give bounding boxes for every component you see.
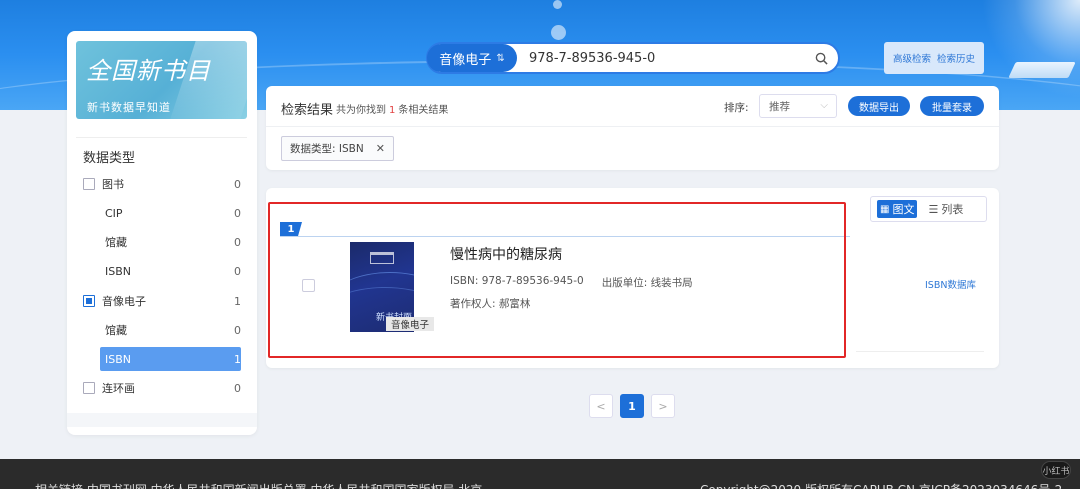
sidebar-item-label: 图书	[102, 178, 124, 191]
search-type-label: 音像电子	[439, 52, 492, 68]
sidebar-item-count: 0	[234, 264, 241, 278]
summary-suffix: 条相关结果	[398, 105, 449, 116]
results-title: 检索结果	[281, 103, 334, 118]
page-button-current[interactable]: 1	[620, 394, 644, 418]
sort-value: 推荐	[769, 100, 790, 113]
source-database-link[interactable]: ISBN数据库	[925, 277, 976, 291]
sidebar-item-count: 1	[234, 294, 241, 308]
sidebar-item-count: 1	[234, 352, 241, 366]
sidebar-item-label: 馆藏	[105, 324, 127, 337]
search-history-link[interactable]: 检索历史	[937, 51, 975, 65]
sidebar-item-label: 连环画	[102, 382, 135, 395]
checkbox[interactable]	[83, 382, 95, 394]
search-input[interactable]	[517, 50, 804, 66]
result-highlight-box	[268, 202, 846, 358]
next-page-button[interactable]: >	[651, 394, 675, 418]
sidebar: 全国新书目 新书数据早知道 数据类型 图书 0 CIP 0 馆藏 0 ISBN …	[67, 31, 257, 435]
view-grid-label: 图文	[892, 203, 915, 216]
sidebar-item-holdings[interactable]: 馆藏 0	[100, 230, 241, 254]
filter-tag-label: 数据类型: ISBN	[290, 143, 364, 155]
sidebar-bottom-strip	[67, 413, 257, 427]
results-list: ▦ 图文 ☰ 列表 1 新书封面 音像电子 慢性病中的糖尿病 ISBN: 978…	[266, 188, 999, 368]
sidebar-item-isbn[interactable]: ISBN 0	[100, 259, 241, 283]
sidebar-item-av-isbn[interactable]: ISBN 1	[100, 347, 241, 371]
sidebar-item-av-holdings[interactable]: 馆藏 0	[100, 318, 241, 342]
search-side-links: 高级检索 检索历史	[884, 42, 984, 74]
search-icon	[815, 52, 828, 65]
sidebar-item-label: 音像电子	[102, 295, 146, 308]
sidebar-item-count: 0	[234, 177, 241, 191]
pagination: < 1 >	[589, 394, 675, 418]
header-divider	[266, 126, 999, 127]
row-divider	[856, 351, 984, 352]
banner-paper	[1008, 62, 1076, 78]
summary-prefix: 共为你找到	[336, 105, 386, 116]
checkbox-checked[interactable]	[83, 295, 95, 307]
sidebar-item-audio-video[interactable]: 音像电子 1	[83, 289, 241, 313]
sort-select[interactable]: 推荐 ⌵	[759, 94, 837, 118]
footer-copyright: Copyright@2020 版权所有CAPUB.CN 京ICP备2023034…	[700, 481, 1062, 489]
prev-page-button[interactable]: <	[589, 394, 613, 418]
logo-card[interactable]: 全国新书目 新书数据早知道	[76, 41, 247, 119]
banner-bubble-small	[553, 0, 562, 9]
export-button[interactable]: 数据导出	[848, 96, 910, 116]
sidebar-item-cip[interactable]: CIP 0	[100, 201, 241, 225]
view-toggle: ▦ 图文 ☰ 列表	[870, 196, 987, 222]
search-type-dropdown[interactable]: 音像电子 ⇅	[427, 44, 517, 72]
banner-bubble	[551, 25, 566, 40]
logo-title: 全国新书目	[86, 57, 211, 85]
sidebar-item-label: ISBN	[105, 352, 132, 366]
sidebar-divider	[76, 137, 247, 138]
sidebar-item-count: 0	[234, 206, 241, 220]
list-icon: ☰	[928, 202, 939, 216]
summary-count: 1	[389, 105, 396, 116]
sidebar-item-label: CIP	[105, 206, 123, 220]
results-header: 检索结果 共为你找到 1 条相关结果 排序: 推荐 ⌵ 数据导出 批量套录 数据类型…	[266, 86, 999, 170]
chevron-down-icon: ⌵	[820, 100, 828, 111]
batch-import-button[interactable]: 批量套录	[920, 96, 984, 116]
grid-icon: ▦	[880, 203, 890, 215]
floating-badge[interactable]: 小红书	[1041, 461, 1071, 479]
footer: 相关链接 中国书刊网 中华人民共和国新闻出版总署 中华人民共和国国家版权局 北京…	[0, 459, 1080, 489]
filter-tag: 数据类型: ISBN ✕	[281, 136, 394, 161]
view-list-button[interactable]: ☰ 列表	[925, 200, 966, 218]
sidebar-item-count: 0	[234, 235, 241, 249]
sidebar-item-label: ISBN	[105, 264, 132, 278]
sidebar-item-count: 0	[234, 381, 241, 395]
sidebar-item-comics[interactable]: 连环画 0	[83, 376, 241, 400]
advanced-search-link[interactable]: 高级检索	[893, 51, 931, 65]
search-button[interactable]	[804, 44, 838, 72]
sidebar-section-title: 数据类型	[83, 151, 136, 166]
sidebar-item-count: 0	[234, 323, 241, 337]
view-list-label: 列表	[941, 203, 964, 216]
logo-subtitle: 新书数据早知道	[87, 101, 171, 114]
view-grid-button[interactable]: ▦ 图文	[877, 200, 918, 218]
search-bar: 音像电子 ⇅	[426, 42, 840, 74]
close-icon[interactable]: ✕	[376, 142, 385, 155]
results-summary: 共为你找到 1 条相关结果	[336, 101, 448, 116]
sidebar-item-books[interactable]: 图书 0	[83, 172, 241, 196]
checkbox[interactable]	[83, 178, 95, 190]
swap-icon: ⇅	[496, 52, 505, 64]
sidebar-item-label: 馆藏	[105, 236, 127, 249]
footer-links[interactable]: 相关链接 中国书刊网 中华人民共和国新闻出版总署 中华人民共和国国家版权局 北京	[35, 481, 482, 489]
sort-label: 排序:	[724, 102, 749, 114]
